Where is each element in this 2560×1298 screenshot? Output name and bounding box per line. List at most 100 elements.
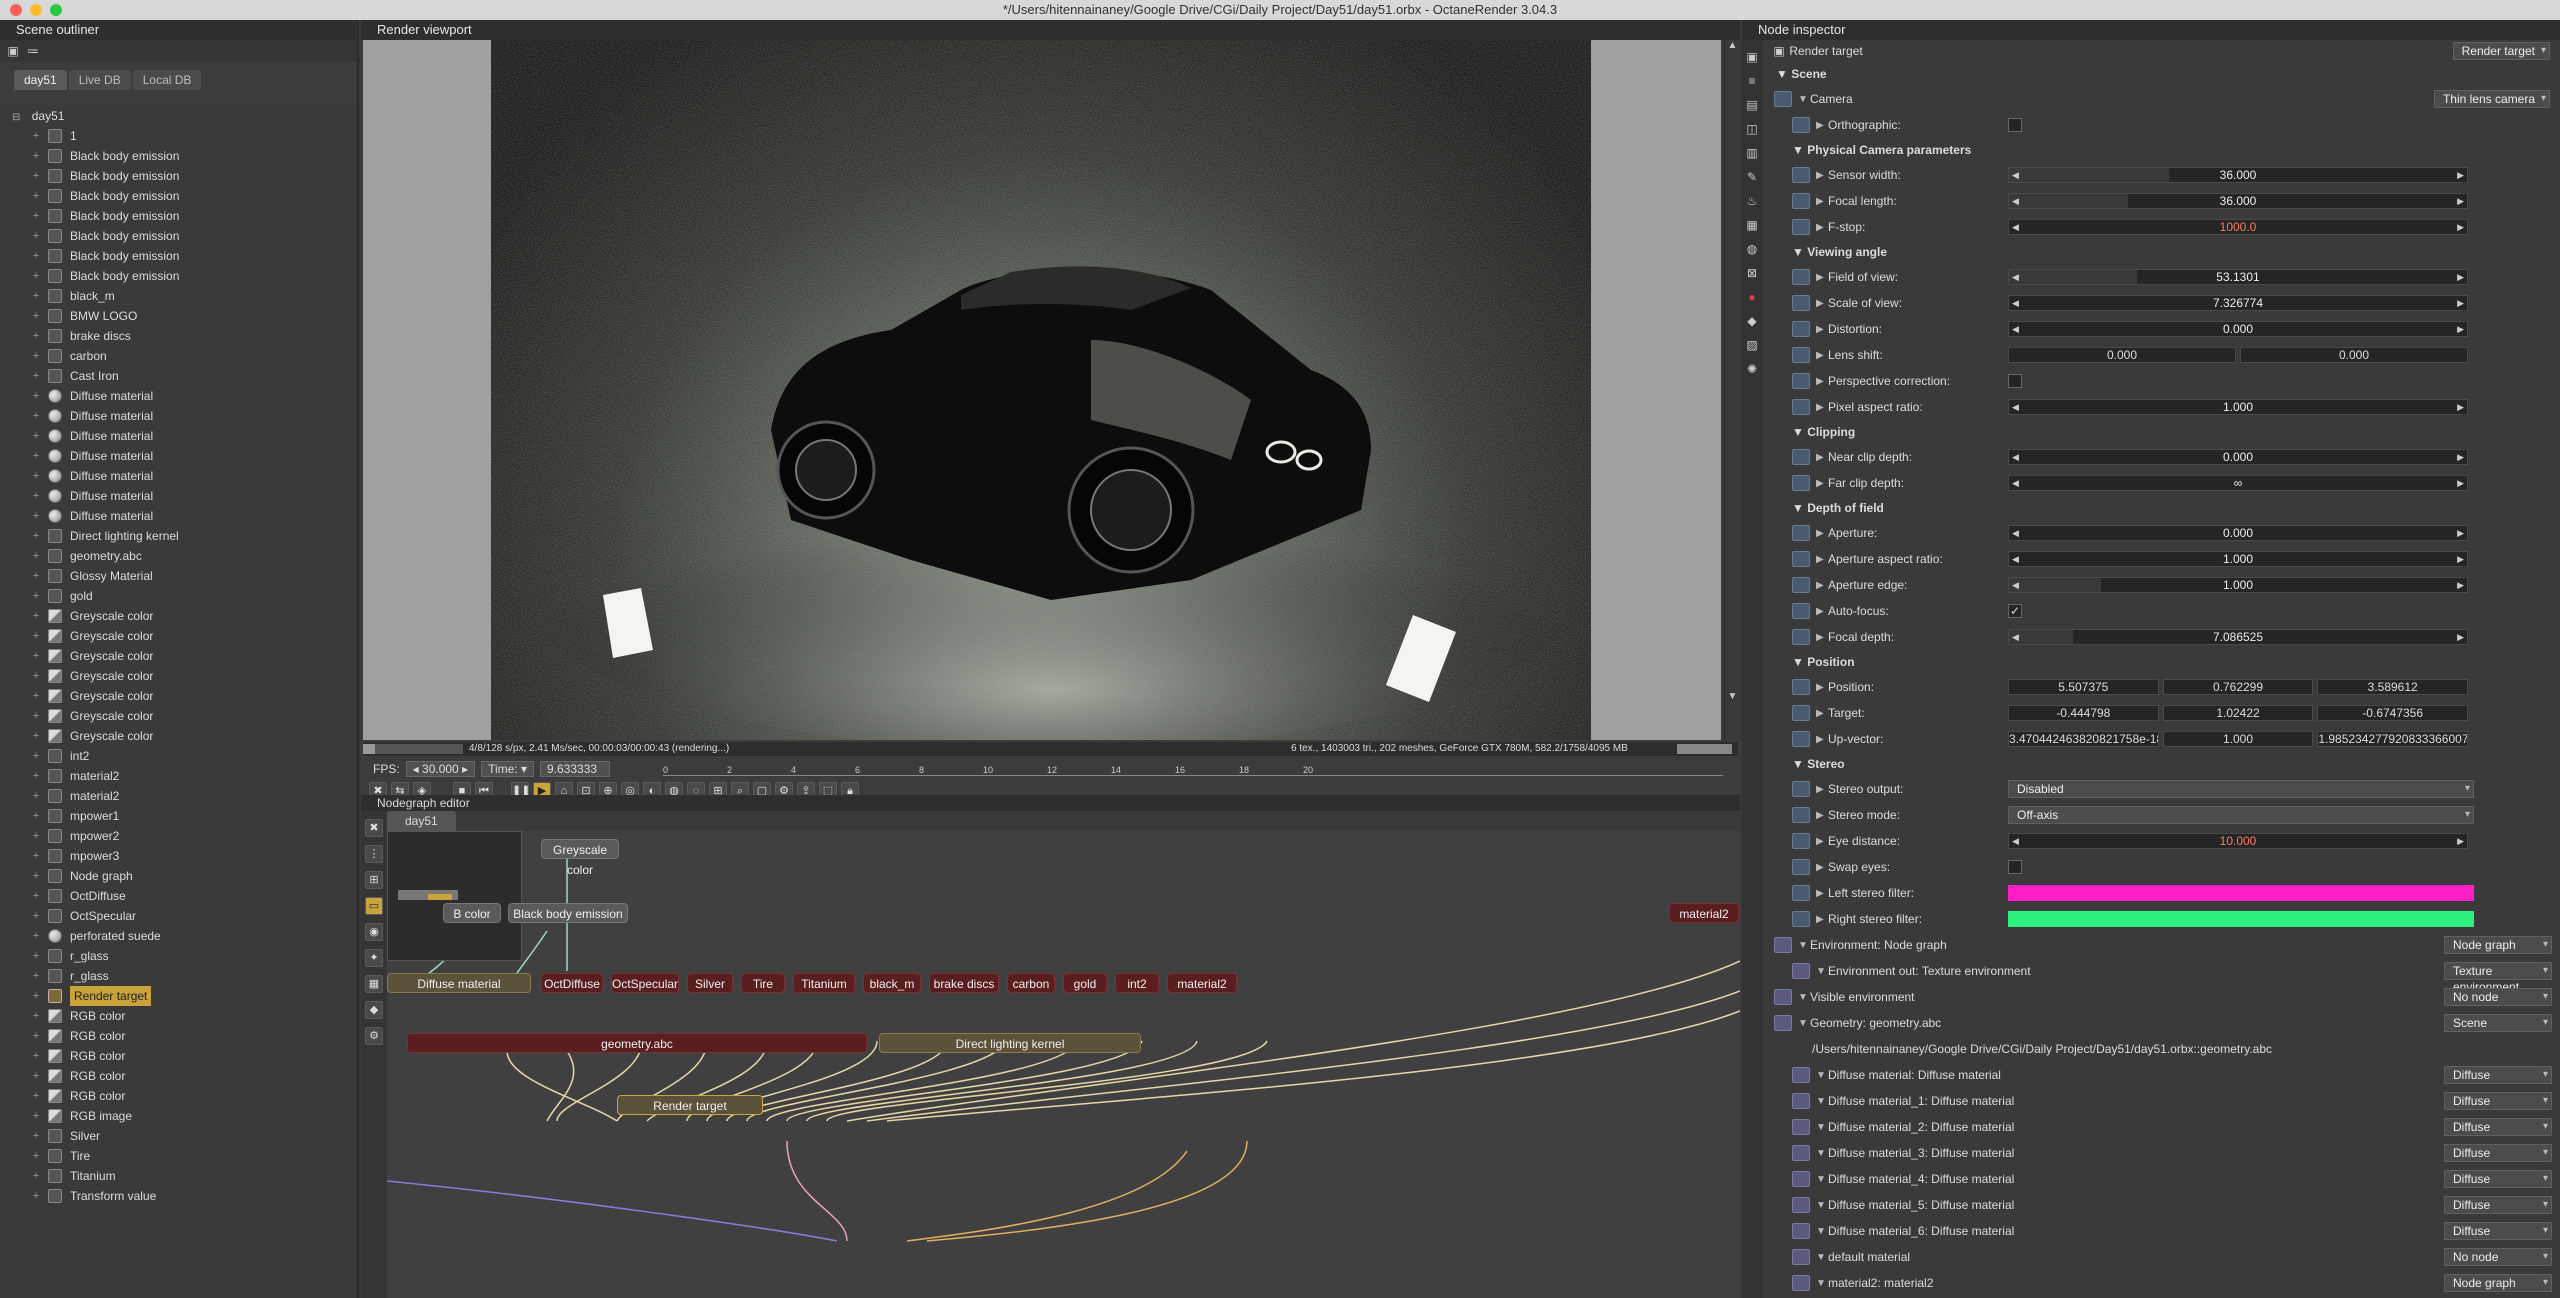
node-collapse-icon[interactable]: ▼ — [1816, 1226, 1828, 1237]
expand-icon[interactable]: + — [30, 926, 42, 946]
param-expand-icon[interactable]: ▶ — [1816, 350, 1828, 361]
fstop-row-slider[interactable]: ◀ 1000.0 ▶ — [2008, 219, 2468, 235]
param-pin-icon[interactable] — [1792, 679, 1810, 695]
param-pin-icon[interactable] — [1792, 321, 1810, 337]
nodegraph-tab-day51[interactable]: day51 — [387, 811, 456, 831]
tree-item[interactable]: + Diffuse material — [0, 406, 357, 426]
node-pin-icon[interactable] — [1774, 989, 1792, 1005]
param-pin-icon[interactable] — [1792, 705, 1810, 721]
node-titanium[interactable]: Titanium — [793, 973, 855, 993]
expand-icon[interactable]: + — [30, 866, 42, 886]
param-expand-icon[interactable]: ▶ — [1816, 580, 1828, 591]
tree-item[interactable]: + r_glass — [0, 966, 357, 986]
outliner-view-icon[interactable]: ▣ — [6, 44, 20, 58]
node-pin-icon[interactable] — [1792, 1249, 1810, 1265]
node-pin-icon[interactable] — [1792, 1067, 1810, 1083]
node-collapse-icon[interactable]: ▼ — [1798, 940, 1810, 951]
tab-local-db[interactable]: Local DB — [132, 70, 202, 90]
zoom-window-button[interactable] — [50, 4, 62, 16]
material-slot-row[interactable]: ▼ Diffuse material: Diffuse material Diffu… — [1766, 1062, 2560, 1088]
tree-item[interactable]: + BMW LOGO — [0, 306, 357, 326]
material-slot-row[interactable]: ▼ material2: material2 Node graph — [1766, 1270, 2560, 1296]
param-expand-icon[interactable]: ▶ — [1816, 376, 1828, 387]
expand-icon[interactable]: + — [30, 366, 42, 386]
tree-item[interactable]: + Silver — [0, 1126, 357, 1146]
param-pin-icon[interactable] — [1792, 731, 1810, 747]
param-expand-icon[interactable]: ▶ — [1816, 402, 1828, 413]
nodegraph-minimap[interactable] — [387, 831, 522, 961]
minimize-window-button[interactable] — [30, 4, 42, 16]
node-pin-icon[interactable] — [1792, 1223, 1810, 1239]
environment-out-row[interactable]: ▼ Environment out: Texture environment Tex… — [1766, 958, 2560, 994]
material-slot-row[interactable]: ▼ Diffuse material_5: Diffuse material Dif… — [1766, 1192, 2560, 1218]
focal-depth-row-slider[interactable]: ◀ 7.086525 ▶ — [2008, 629, 2468, 645]
inspector-camera-icon[interactable]: ◫ — [1745, 122, 1759, 136]
expand-icon[interactable]: + — [30, 586, 42, 606]
tree-item[interactable]: + carbon — [0, 346, 357, 366]
expand-icon[interactable]: + — [30, 386, 42, 406]
node-carbon[interactable]: carbon — [1007, 973, 1055, 993]
node-pin-icon[interactable] — [1792, 1275, 1810, 1291]
up-vector-row-z-field[interactable]: 1.985234277920833366007e-21 — [2317, 731, 2469, 747]
expand-icon[interactable]: + — [30, 466, 42, 486]
tree-item[interactable]: + Greyscale color — [0, 706, 357, 726]
param-pin-icon[interactable] — [1792, 603, 1810, 619]
node-int2[interactable]: int2 — [1115, 973, 1159, 993]
viewing-angle-section[interactable]: ▼ Viewing angle — [1766, 240, 2560, 264]
tree-item[interactable]: + Black body emission — [0, 186, 357, 206]
close-window-button[interactable] — [10, 4, 22, 16]
target-row-z-field[interactable]: -0.6747356 — [2317, 705, 2469, 721]
material-slot-row-combo[interactable]: Diffuse — [2444, 1170, 2552, 1188]
expand-icon[interactable]: + — [30, 1166, 42, 1186]
node-black-m[interactable]: black_m — [863, 973, 921, 993]
node-camera-icon[interactable]: ◉ — [365, 923, 383, 941]
lens-shift-row-value_a-field[interactable]: 0.000 — [2008, 347, 2236, 363]
tree-item[interactable]: + Render target — [0, 986, 357, 1006]
timeline-ruler[interactable]: 0 2 4 6 8 10 12 14 16 18 20 — [663, 760, 1723, 776]
inspector-cube-icon[interactable]: ◆ — [1745, 314, 1759, 328]
tree-item[interactable]: + Greyscale color — [0, 686, 357, 706]
node-greyscale-color[interactable]: Greyscale color — [541, 839, 619, 877]
param-pin-icon[interactable] — [1792, 269, 1810, 285]
tree-item[interactable]: + Transform value — [0, 1186, 357, 1206]
inspector-picture-icon[interactable]: ▨ — [1745, 338, 1759, 352]
camera-collapse-icon[interactable]: ▼ — [1798, 94, 1810, 105]
param-pin-icon[interactable] — [1792, 629, 1810, 645]
expand-icon[interactable]: + — [30, 286, 42, 306]
expand-icon[interactable]: + — [30, 626, 42, 646]
tree-item[interactable]: + material2 — [0, 786, 357, 806]
aperture-edge-row-slider[interactable]: ◀ 1.000 ▶ — [2008, 577, 2468, 593]
target-row-x-field[interactable]: -0.444798 — [2008, 705, 2159, 721]
expand-icon[interactable]: + — [30, 1126, 42, 1146]
tree-item[interactable]: + Black body emission — [0, 146, 357, 166]
param-expand-icon[interactable]: ▶ — [1816, 554, 1828, 565]
param-expand-icon[interactable]: ▶ — [1816, 272, 1828, 283]
param-expand-icon[interactable]: ▶ — [1816, 836, 1828, 847]
param-expand-icon[interactable]: ▶ — [1816, 452, 1828, 463]
expand-icon[interactable]: + — [30, 826, 42, 846]
expand-icon[interactable]: + — [30, 786, 42, 806]
tree-item[interactable]: + Diffuse material — [0, 506, 357, 526]
tree-item[interactable]: + Cast Iron — [0, 366, 357, 386]
position-row-z-field[interactable]: 3.589612 — [2317, 679, 2469, 695]
environment-row-combo[interactable]: Node graph — [2444, 936, 2552, 954]
param-pin-icon[interactable] — [1792, 911, 1810, 927]
orthographic-row-checkbox[interactable] — [2008, 118, 2022, 132]
node-collapse-icon[interactable]: ▼ — [1816, 1278, 1828, 1289]
node-texture-icon[interactable]: ▦ — [365, 975, 383, 993]
expand-icon[interactable]: + — [30, 1006, 42, 1026]
tree-item[interactable]: + mpower2 — [0, 826, 357, 846]
expand-icon[interactable]: + — [30, 1186, 42, 1206]
left-stereo-filter-row-swatch[interactable] — [2008, 885, 2474, 901]
tree-item[interactable]: + Glossy Material — [0, 566, 357, 586]
node-render-target[interactable]: Render target — [617, 1095, 763, 1115]
param-expand-icon[interactable]: ▶ — [1816, 682, 1828, 693]
tree-item[interactable]: + Black body emission — [0, 206, 357, 226]
tree-item[interactable]: +1 — [0, 126, 357, 146]
material-slot-row-combo[interactable]: Diffuse — [2444, 1222, 2552, 1240]
expand-icon[interactable]: + — [30, 126, 42, 146]
tree-item[interactable]: + RGB color — [0, 1046, 357, 1066]
node-rgb-color[interactable]: B color — [443, 903, 501, 923]
param-expand-icon[interactable]: ▶ — [1816, 888, 1828, 899]
visible-environment-row[interactable]: ▼ Visible environment No node — [1766, 984, 2560, 1010]
